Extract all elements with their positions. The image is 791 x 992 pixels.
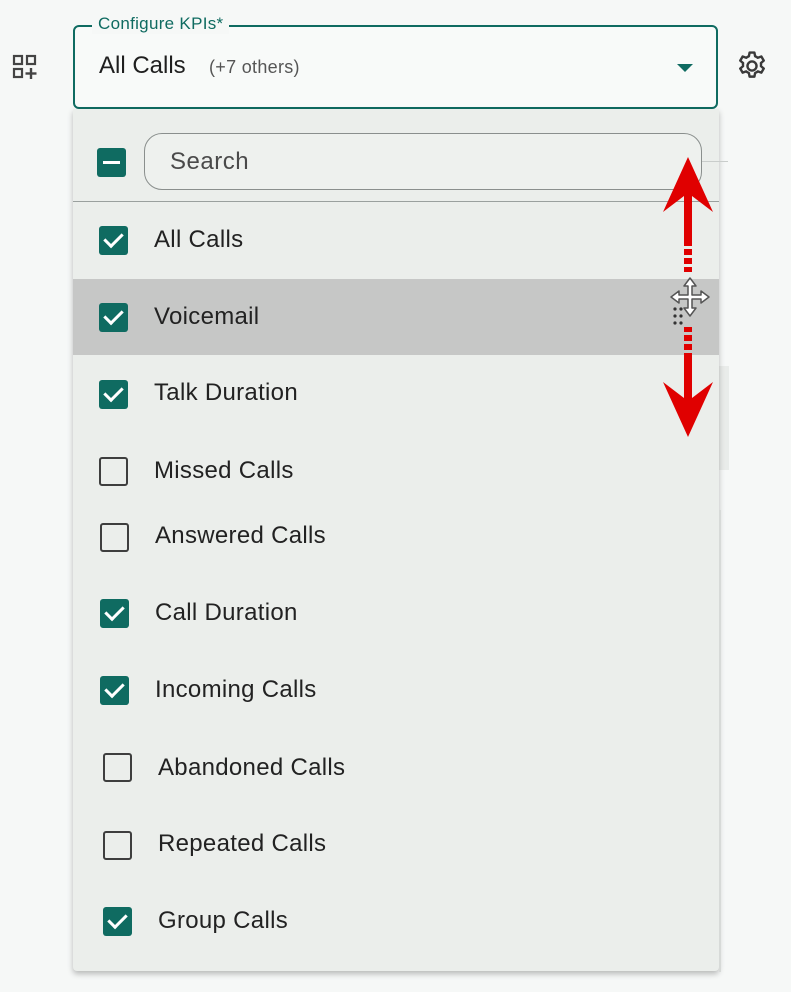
kpi-select-others-count: (+7 others) bbox=[209, 57, 300, 77]
checkbox-unchecked[interactable] bbox=[99, 457, 128, 486]
checkbox-checked[interactable] bbox=[100, 599, 129, 628]
dashboard-add-icon[interactable] bbox=[12, 54, 38, 80]
list-item[interactable]: Group Calls bbox=[78, 882, 719, 958]
list-item-label: Voicemail bbox=[154, 303, 260, 330]
list-item-label: Group Calls bbox=[158, 907, 289, 934]
kpi-select-value: All Calls bbox=[99, 52, 186, 79]
list-item[interactable]: Voicemail bbox=[73, 279, 719, 355]
caret-down-icon[interactable] bbox=[677, 64, 693, 72]
gear-icon[interactable] bbox=[735, 49, 769, 83]
list-item-label: Repeated Calls bbox=[158, 830, 327, 857]
checkbox-checked[interactable] bbox=[99, 303, 128, 332]
list-item[interactable]: Incoming Calls bbox=[75, 651, 719, 727]
list-item[interactable]: All Calls bbox=[73, 202, 719, 278]
list-item[interactable]: Answered Calls bbox=[75, 497, 719, 573]
list-item-label: All Calls bbox=[154, 226, 244, 253]
list-item-label: Talk Duration bbox=[154, 379, 298, 406]
list-item-label: Call Duration bbox=[155, 599, 298, 626]
checkbox-checked[interactable] bbox=[100, 676, 129, 705]
checkbox-unchecked[interactable] bbox=[103, 831, 132, 860]
list-item-label: Incoming Calls bbox=[155, 676, 317, 703]
panel-edge bbox=[719, 510, 721, 972]
list-item[interactable]: Abandoned Calls bbox=[78, 729, 719, 805]
select-all-checkbox[interactable] bbox=[97, 148, 126, 177]
list-item[interactable]: Talk Duration bbox=[73, 355, 719, 431]
checkbox-checked[interactable] bbox=[99, 226, 128, 255]
list-item-label: Answered Calls bbox=[155, 522, 326, 549]
list-item-label: Missed Calls bbox=[154, 457, 294, 484]
search-input[interactable] bbox=[144, 133, 702, 190]
checkbox-checked[interactable] bbox=[103, 907, 132, 936]
checkbox-unchecked[interactable] bbox=[103, 753, 132, 782]
background-divider bbox=[719, 366, 729, 470]
checkbox-unchecked[interactable] bbox=[100, 523, 129, 552]
list-item-label: Abandoned Calls bbox=[158, 754, 346, 781]
checkbox-checked[interactable] bbox=[99, 380, 128, 409]
kpi-select-label: Configure KPIs* bbox=[92, 14, 230, 34]
list-item[interactable]: Repeated Calls bbox=[78, 805, 719, 881]
search-divider-stub bbox=[702, 161, 728, 162]
list-item[interactable]: Call Duration bbox=[75, 574, 719, 650]
